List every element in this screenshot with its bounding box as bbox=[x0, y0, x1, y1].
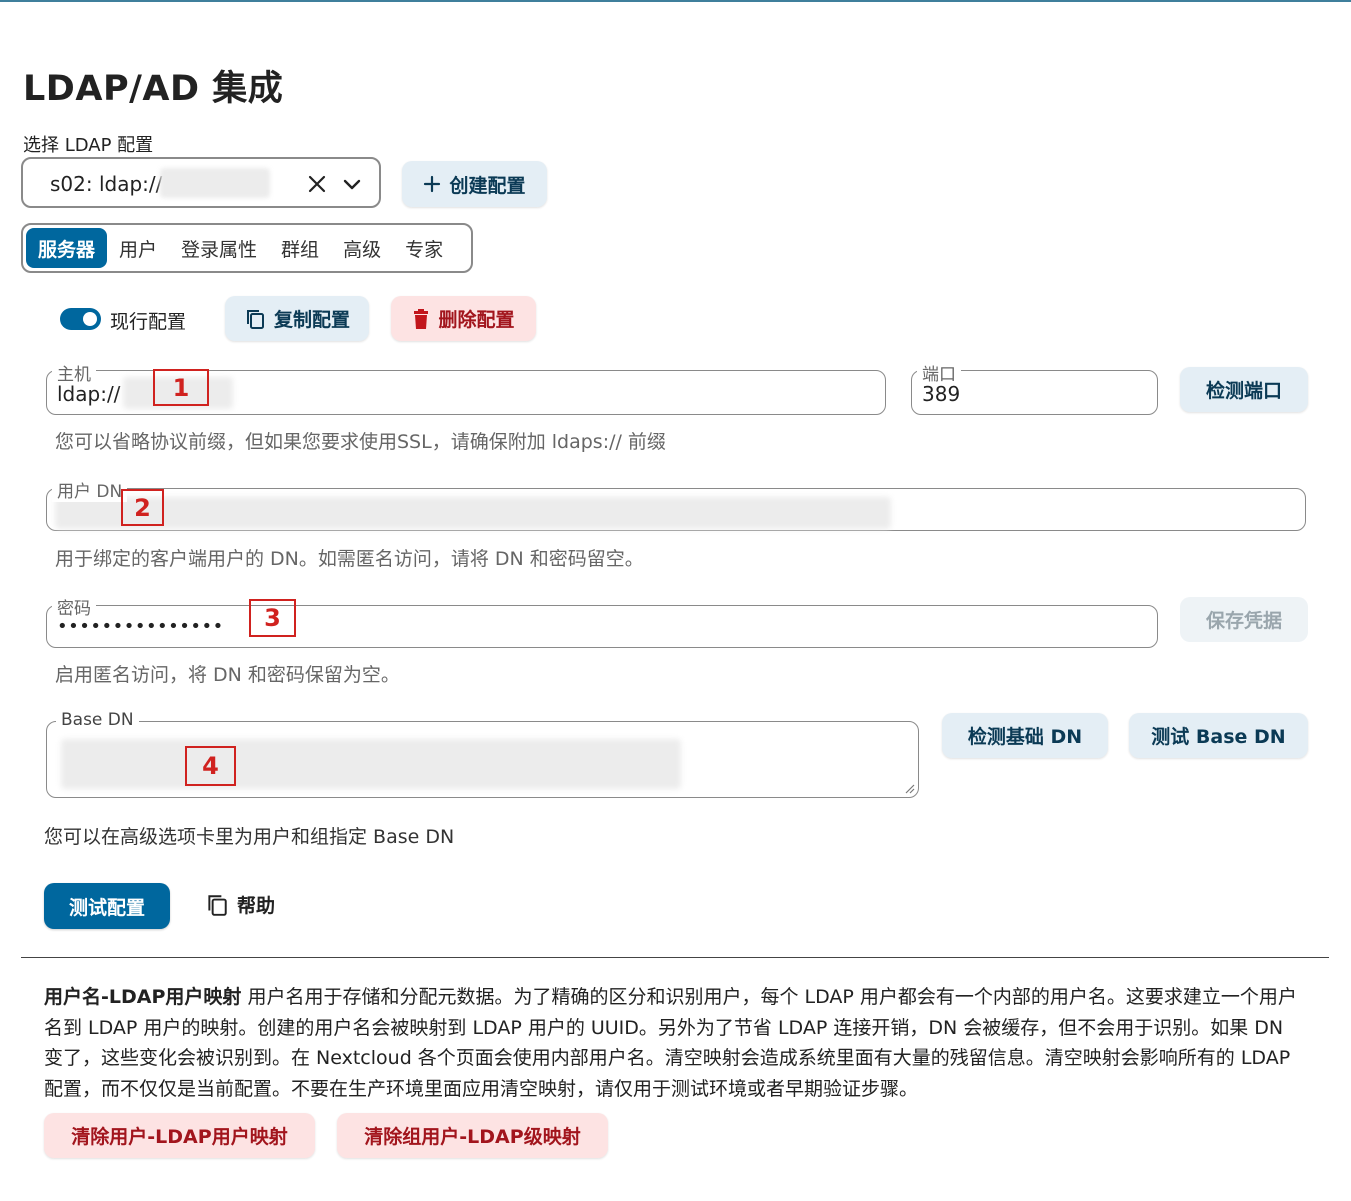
config-select-value: s02: ldap:// bbox=[50, 172, 163, 196]
delete-config-button[interactable]: 删除配置 bbox=[391, 296, 536, 341]
tab-groups[interactable]: 群组 bbox=[269, 228, 331, 268]
plus-icon bbox=[424, 175, 441, 193]
help-link[interactable]: 帮助 bbox=[205, 891, 275, 918]
copy-icon bbox=[246, 309, 264, 329]
test-config-label: 测试配置 bbox=[68, 896, 145, 919]
delete-config-label: 删除配置 bbox=[438, 309, 515, 331]
trash-icon bbox=[414, 308, 429, 329]
test-base-dn-label: 测试 Base DN bbox=[1151, 726, 1286, 748]
base-dn-label: Base DN bbox=[56, 710, 139, 730]
toggle-knob bbox=[83, 312, 97, 326]
copy-icon bbox=[208, 894, 227, 916]
host-label: 主机 bbox=[52, 360, 96, 385]
save-credentials-label: 保存凭据 bbox=[1205, 610, 1282, 632]
clear-group-mapping-label: 清除组用户-LDAP级映射 bbox=[364, 1126, 581, 1148]
password-label: 密码 bbox=[52, 594, 96, 619]
tab-users[interactable]: 用户 bbox=[107, 228, 169, 268]
password-hint: 启用匿名访问，将 DN 和密码保留为空。 bbox=[55, 664, 400, 686]
mapping-title: 用户名-LDAP用户映射 bbox=[44, 986, 242, 1008]
password-field[interactable]: ••••••••••••••• bbox=[46, 605, 1158, 648]
detect-base-dn-label: 检测基础 DN bbox=[967, 726, 1083, 748]
copy-config-label: 复制配置 bbox=[273, 309, 350, 331]
chevron-down-icon[interactable] bbox=[341, 173, 363, 195]
user-dn-label: 用户 DN bbox=[52, 477, 128, 502]
clear-group-mapping-button[interactable]: 清除组用户-LDAP级映射 bbox=[337, 1113, 608, 1158]
tab-bar: 服务器 用户 登录属性 群组 高级 专家 bbox=[21, 223, 473, 273]
detect-port-button[interactable]: 检测端口 bbox=[1180, 367, 1308, 412]
tab-server[interactable]: 服务器 bbox=[26, 228, 108, 268]
detect-port-label: 检测端口 bbox=[1205, 380, 1282, 402]
port-value: 389 bbox=[922, 382, 961, 406]
config-select-label: 选择 LDAP 配置 bbox=[23, 135, 154, 156]
test-config-button[interactable]: 测试配置 bbox=[44, 883, 170, 929]
redacted-user-dn bbox=[55, 497, 891, 529]
page-title: LDAP/AD 集成 bbox=[23, 69, 284, 109]
help-label: 帮助 bbox=[237, 895, 276, 917]
active-config-label: 现行配置 bbox=[110, 311, 187, 333]
redacted-base-dn bbox=[61, 739, 681, 789]
user-dn-field[interactable] bbox=[46, 488, 1306, 531]
clear-user-mapping-label: 清除用户-LDAP用户映射 bbox=[71, 1126, 288, 1148]
save-credentials-button[interactable]: 保存凭据 bbox=[1180, 597, 1308, 642]
copy-config-button[interactable]: 复制配置 bbox=[225, 296, 369, 341]
password-value: ••••••••••••••• bbox=[57, 616, 224, 637]
clear-selection-icon[interactable] bbox=[306, 173, 328, 195]
marker-2: 2 bbox=[121, 489, 164, 526]
user-dn-hint: 用于绑定的客户端用户的 DN。如需匿名访问，请将 DN 和密码留空。 bbox=[55, 548, 644, 570]
section-divider bbox=[21, 957, 1329, 958]
resize-handle-icon[interactable] bbox=[904, 783, 915, 794]
test-base-dn-button[interactable]: 测试 Base DN bbox=[1129, 713, 1308, 758]
detect-base-dn-button[interactable]: 检测基础 DN bbox=[942, 713, 1108, 758]
tab-login-attributes[interactable]: 登录属性 bbox=[169, 228, 269, 268]
tab-advanced[interactable]: 高级 bbox=[331, 228, 393, 268]
redacted-host bbox=[160, 168, 270, 198]
marker-4: 4 bbox=[185, 746, 236, 786]
clear-user-mapping-button[interactable]: 清除用户-LDAP用户映射 bbox=[44, 1113, 315, 1158]
create-config-button[interactable]: 创建配置 bbox=[402, 161, 547, 207]
active-config-toggle[interactable] bbox=[60, 308, 101, 330]
marker-1: 1 bbox=[153, 369, 209, 406]
base-dn-hint: 您可以在高级选项卡里为用户和组指定 Base DN bbox=[44, 826, 455, 848]
tab-expert[interactable]: 专家 bbox=[393, 228, 455, 268]
mapping-description: 用户名-LDAP用户映射 用户名用于存储和分配元数据。为了精确的区分和识别用户，… bbox=[44, 982, 1306, 1104]
base-dn-field[interactable] bbox=[46, 721, 919, 798]
host-hint: 您可以省略协议前缀，但如果您要求使用SSL，请确保附加 ldaps:// 前缀 bbox=[55, 431, 666, 453]
create-config-label: 创建配置 bbox=[449, 174, 526, 197]
top-accent-line bbox=[0, 0, 1351, 2]
port-label: 端口 bbox=[917, 360, 961, 385]
config-select[interactable]: s02: ldap:// bbox=[21, 157, 381, 208]
host-value: ldap:// bbox=[57, 382, 121, 406]
marker-3: 3 bbox=[249, 599, 296, 637]
